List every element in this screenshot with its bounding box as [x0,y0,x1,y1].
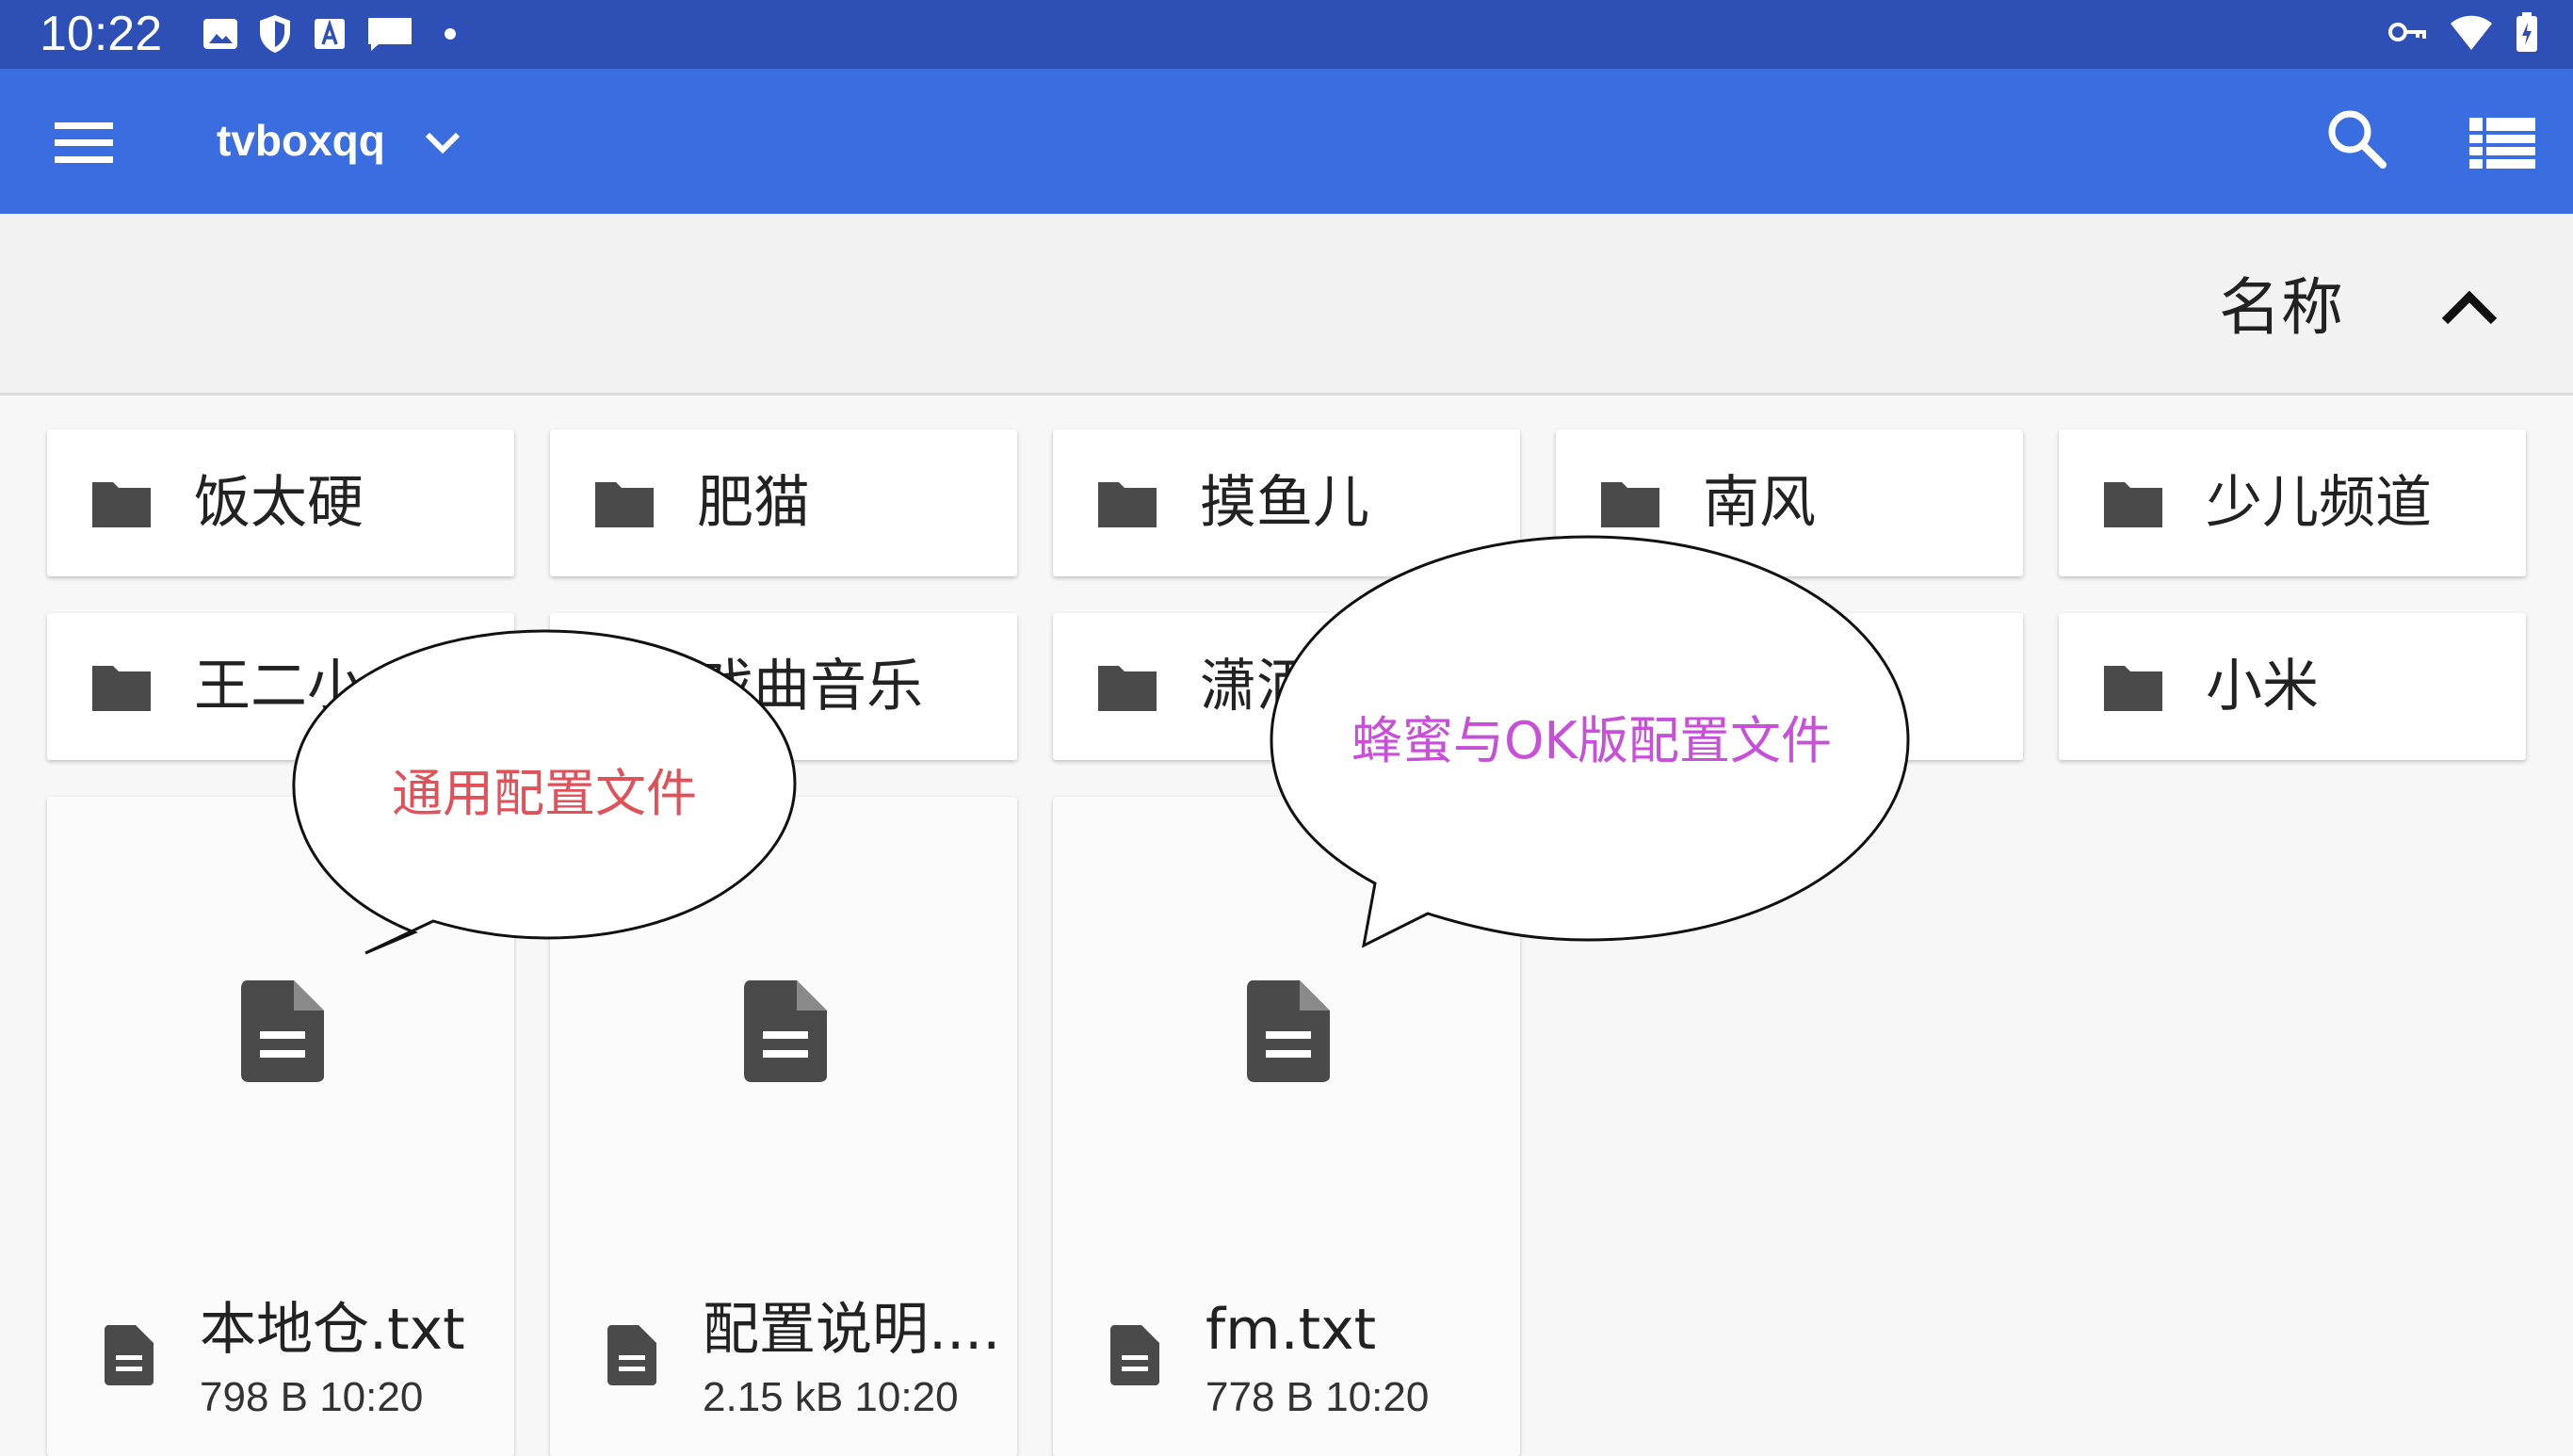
folder-icon [595,482,654,527]
sort-bar: 名称 [0,214,2573,396]
file-name: 配置说明.... [703,1297,1001,1363]
folder-icon [1098,666,1157,711]
title-dropdown-button[interactable] [414,120,471,167]
folder-icon [2104,666,2162,711]
menu-icon [55,122,113,163]
file-meta: 2.15 kB 10:20 [703,1374,959,1420]
folder-name: 饭太硬 [194,470,364,536]
app-bar: tvboxqq [0,69,2573,214]
status-icons-left [202,13,469,55]
folder-icon [2104,482,2162,527]
file-meta: 778 B 10:20 [1206,1374,1430,1420]
folder-name: 肥猫 [697,470,810,536]
battery-icon [2516,12,2537,52]
status-icons-right [2387,11,2539,53]
status-bar: 10:22 [0,0,2573,69]
key-icon [2388,23,2426,41]
folder-icon [1098,482,1157,527]
list-view-button[interactable] [2464,110,2541,176]
file-name: fm.txt [1206,1297,1377,1363]
document-icon [607,1325,656,1385]
annotation-text: 通用配置文件 [392,764,697,823]
annotation-text: 蜂蜜与OK版配置文件 [1351,711,1832,770]
document-icon [1247,980,1330,1082]
search-icon [2328,110,2387,169]
dot-icon [445,28,456,40]
menu-button[interactable] [47,110,122,176]
document-icon [241,980,324,1082]
chevron-down-icon [425,132,461,154]
folder-icon [92,666,151,711]
folder-name: 小米 [2206,654,2319,720]
list-view-icon [2469,118,2535,169]
image-icon [203,19,237,49]
font-icon [315,19,345,49]
folder-icon [92,482,151,527]
message-icon [368,18,412,51]
status-time: 10:22 [40,7,163,61]
document-icon [1110,1325,1159,1385]
folder-name: 少儿频道 [2206,470,2432,536]
sort-by-name-button[interactable]: 名称 [2219,270,2343,346]
folder-item[interactable]: 饭太硬 [47,429,514,576]
folder-item[interactable]: 肥猫 [550,429,1017,576]
sort-direction-button[interactable] [2432,274,2507,340]
file-name: 本地仓.txt [200,1297,465,1363]
folder-icon [1601,482,1659,527]
shield-icon [260,15,290,53]
file-meta: 798 B 10:20 [200,1374,424,1420]
folder-title[interactable]: tvboxqq [217,110,385,170]
folder-item[interactable]: 少儿频道 [2059,429,2526,576]
search-button[interactable] [2321,103,2394,176]
wifi-icon [2451,15,2492,50]
chevron-up-icon [2441,290,2498,325]
document-icon [105,1325,154,1385]
folder-item[interactable]: 小米 [2059,613,2526,760]
document-icon [744,980,827,1082]
